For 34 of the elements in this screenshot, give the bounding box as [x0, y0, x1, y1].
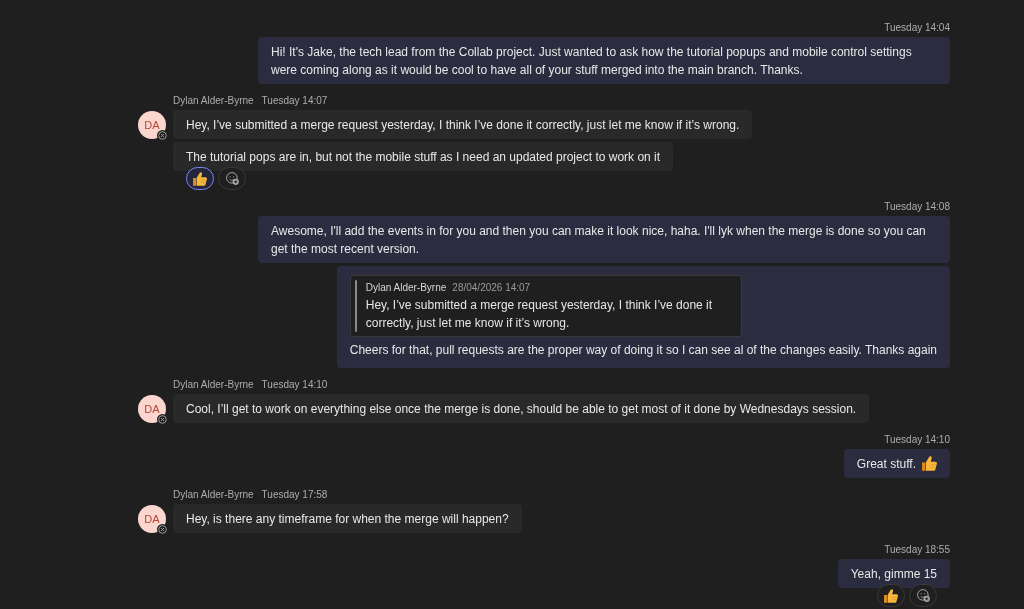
message-text: Cool, I’ll get to work on everything else once the merge is done, should be able to get most of it done by Wednesdays session.: [186, 400, 857, 418]
timestamp: Tuesday 14:10: [261, 378, 328, 392]
quote-text: Hey, I’ve submitted a merge request yesterday, I think I’ve done it correctly, just let me know if it’s wrong.: [365, 297, 714, 332]
timestamp: Tuesday 14:07: [261, 94, 328, 108]
thumbs-up-icon: [884, 588, 898, 603]
quote-timestamp: 28/04/2026 14:07: [452, 281, 531, 295]
reaction-button[interactable]: [186, 167, 214, 190]
message-text: Hey, I’ve submitted a merge request yesterday, I think I’ve done it correctly, just let me know if it’s wrong.: [186, 116, 740, 134]
avatar[interactable]: DA: [138, 505, 166, 533]
message-text: Great stuff.: [856, 455, 916, 473]
message-text: Hi! It's Jake, the tech lead from the Collab project. Just wanted to ask how the tutorial popups and mobile control settings were coming along as it would be cool to have all of your stuff merged into the main branch. Thanks.: [271, 43, 913, 79]
timestamp: Tuesday 14:04: [884, 21, 950, 35]
add-reaction-button[interactable]: [218, 167, 246, 190]
timestamp: Tuesday 14:10: [884, 433, 950, 447]
add-reaction-icon: [225, 172, 239, 185]
quoted-message[interactable]: Dylan Alder-Byrne 28/04/2026 14:07 Hey, I’ve submitted a merge request yesterday, I think I’ve done it correctly, just let me know if it’s wrong.: [349, 275, 742, 337]
add-reaction-icon: [916, 589, 930, 602]
message-text: Hey, is there any timeframe for when the merge will happen?: [186, 510, 509, 528]
thumbs-up-icon: [193, 171, 207, 186]
quote-sender-name: Dylan Alder-Byrne: [365, 281, 447, 295]
timestamp: Tuesday 14:08: [884, 200, 950, 214]
message-text: The tutorial pops are in, but not the mobile stuff as I need an updated project to work on it: [186, 148, 661, 166]
avatar[interactable]: DA: [138, 395, 166, 423]
sender-name: Dylan Alder-Byrne: [173, 94, 254, 108]
reaction-button[interactable]: [877, 584, 905, 607]
timestamp: Tuesday 17:58: [261, 488, 328, 502]
message-text: Yeah, gimme 15: [850, 565, 937, 583]
sender-name: Dylan Alder-Byrne: [173, 488, 254, 502]
timestamp: Tuesday 18:55: [884, 543, 950, 557]
sender-name: Dylan Alder-Byrne: [173, 378, 254, 392]
message-text: Awesome, I'll add the events in for you and then you can make it look nice, haha. I'll lyk when the merge is done so you can get the most recent version.: [271, 222, 927, 258]
add-reaction-button[interactable]: [909, 584, 937, 607]
message-text: Cheers for that, pull requests are the proper way of doing it so I can see al of the changes easily. Thanks again: [349, 342, 937, 359]
avatar[interactable]: DA: [138, 111, 166, 139]
